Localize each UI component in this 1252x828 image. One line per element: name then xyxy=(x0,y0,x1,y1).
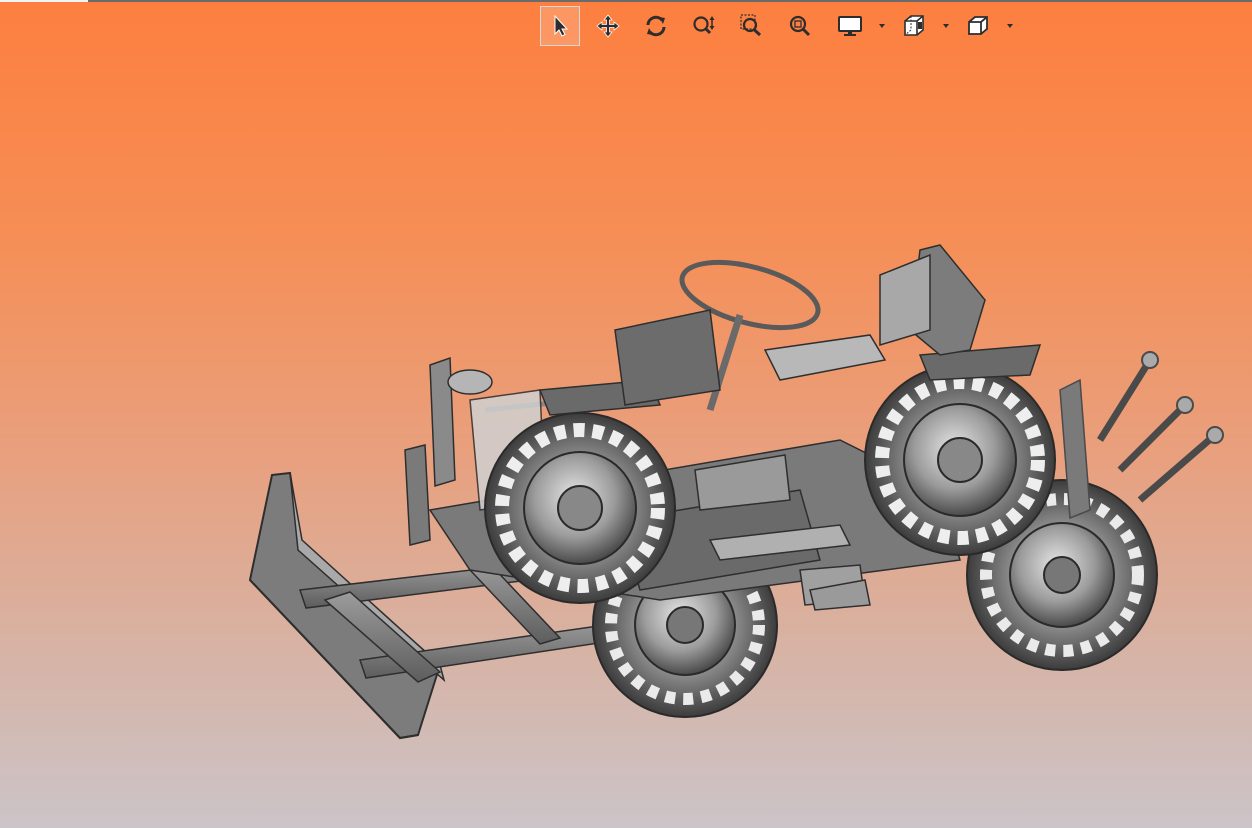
zoom-button[interactable] xyxy=(684,6,724,46)
view-toolbar xyxy=(540,6,1020,48)
zoom-window-button[interactable] xyxy=(732,6,772,46)
rear-hitch xyxy=(1059,351,1224,520)
cube-icon xyxy=(968,16,988,35)
tractor-model-render xyxy=(248,244,1224,740)
tractor-model[interactable] xyxy=(240,240,1230,750)
zoom-fit-icon xyxy=(789,15,811,37)
section-view-button[interactable] xyxy=(894,6,934,46)
cursor-arrow-icon xyxy=(554,14,569,37)
steering-wheel xyxy=(614,259,821,412)
chevron-down-icon[interactable] xyxy=(1006,22,1014,30)
wheel-front-right xyxy=(864,364,1056,556)
window-top-border xyxy=(0,0,1252,2)
select-button[interactable] xyxy=(540,6,580,46)
chevron-down-icon[interactable] xyxy=(878,22,886,30)
zoom-updown-icon xyxy=(693,16,715,35)
rotate-button[interactable] xyxy=(636,6,676,46)
rotate-icon xyxy=(646,15,666,37)
view-orientation-button[interactable] xyxy=(958,6,998,46)
monitor-icon xyxy=(838,16,862,36)
wheel-front-left xyxy=(484,412,676,604)
window-top-border-highlight xyxy=(0,0,88,2)
zoom-window-icon xyxy=(740,14,762,37)
zoom-fit-button[interactable] xyxy=(780,6,820,46)
section-cube-icon xyxy=(904,15,924,36)
move-arrows-icon xyxy=(596,14,620,38)
chevron-down-icon[interactable] xyxy=(942,22,950,30)
pan-button[interactable] xyxy=(588,6,628,46)
display-mode-button[interactable] xyxy=(830,6,870,46)
3d-viewport[interactable] xyxy=(0,0,1252,828)
